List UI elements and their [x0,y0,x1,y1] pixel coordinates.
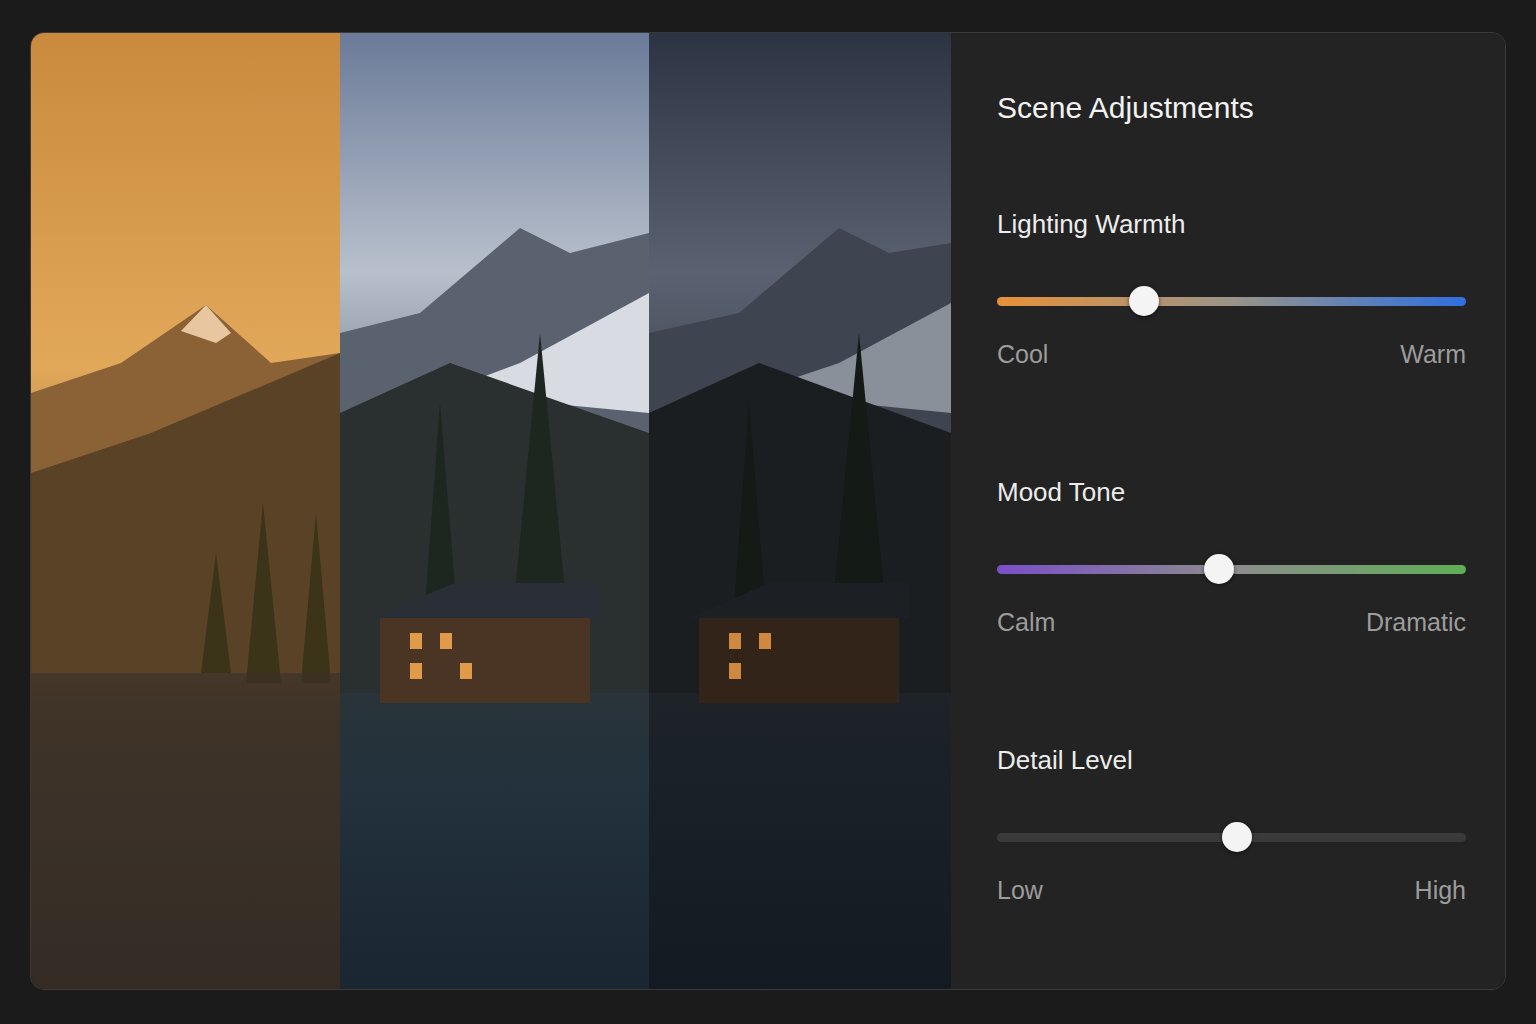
slider-label: Lighting Warmth [997,208,1466,240]
scene-preview [31,33,951,989]
settings-panel: Scene Adjustments Lighting Warmth Cool War… [951,33,1505,989]
max-label: Warm [1400,338,1466,370]
dramatic-preview [649,33,951,989]
warm-preview [31,33,340,989]
slider-label: Detail Level [997,744,1466,776]
slider-row: Detail Level Low High [997,744,1466,906]
slider-thumb[interactable] [1204,554,1234,584]
slider-row: Mood Tone Calm Dramatic [997,476,1466,638]
slider-thumb[interactable] [1222,822,1252,852]
min-label: Low [997,874,1043,906]
panel-title: Scene Adjustments [997,88,1466,128]
slider-label: Mood Tone [997,476,1466,508]
neutral-preview [340,33,649,989]
min-label: Cool [997,338,1048,370]
slider-row: Lighting Warmth Cool Warm [997,208,1466,370]
max-label: High [1415,874,1466,906]
max-label: Dramatic [1366,606,1466,638]
min-label: Calm [997,606,1055,638]
slider-track[interactable] [997,297,1466,306]
slider-track[interactable] [997,565,1466,574]
slider-thumb[interactable] [1129,286,1159,316]
slider-track[interactable] [997,833,1466,842]
